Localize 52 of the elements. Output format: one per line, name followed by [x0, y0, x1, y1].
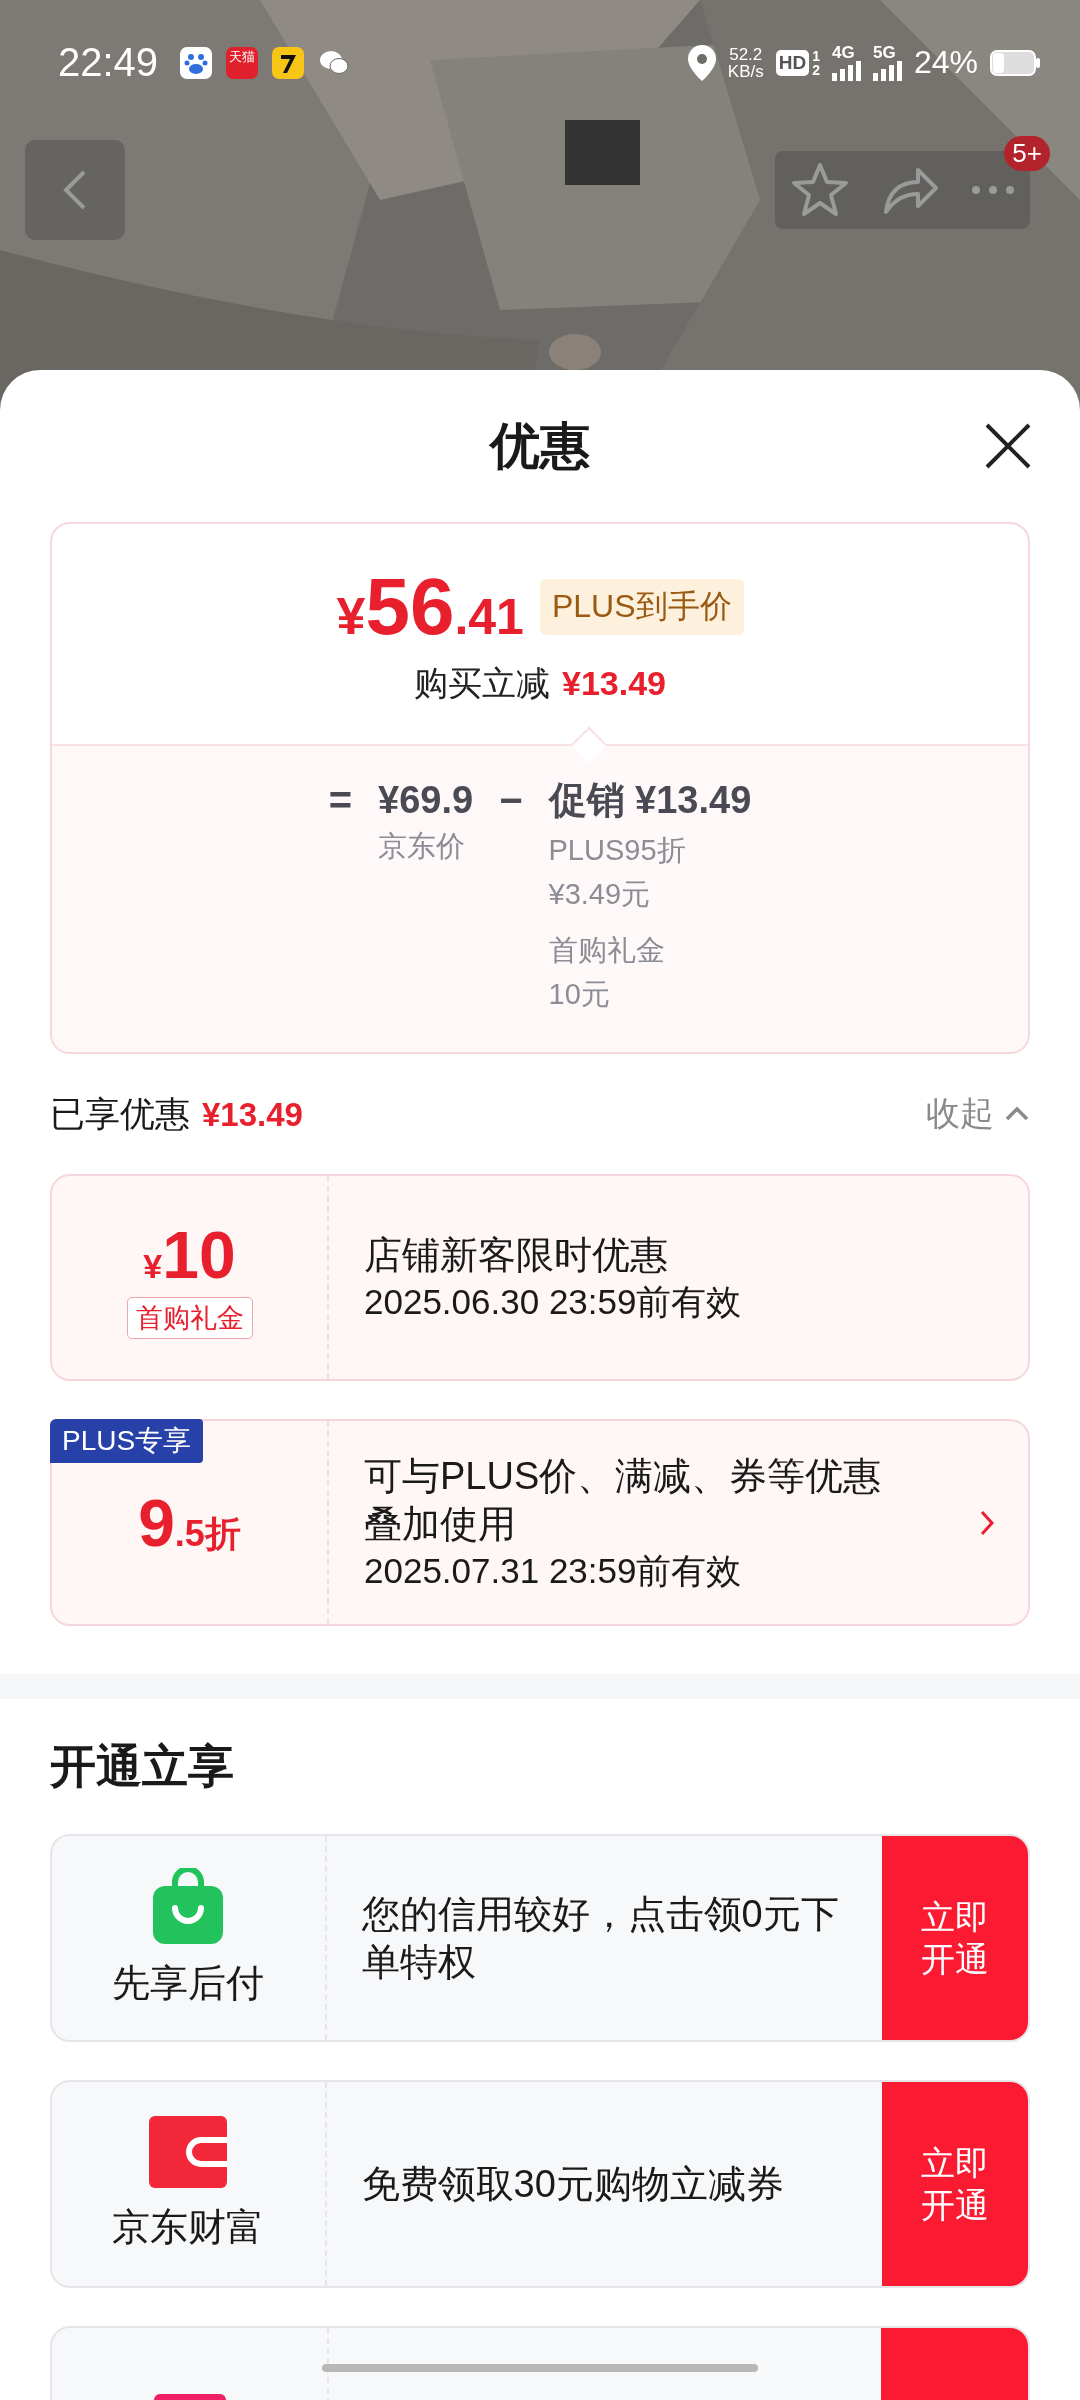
enjoyed-discount: 已享优惠 ¥13.49 — [50, 1092, 303, 1135]
promo-name: 首购礼金 — [548, 933, 666, 968]
network-type: 5G — [872, 44, 896, 61]
final-price: ¥56.41 — [336, 561, 524, 653]
coupon-validity: 2025.07.31 23:59前有效 — [364, 1549, 743, 1592]
network-speed: 52.2 KB/s — [727, 45, 764, 80]
activate-button[interactable]: 立即开通 — [881, 1836, 1028, 2040]
instant-discount: 购买立减 ¥13.49 — [414, 663, 666, 704]
offer-name: 京东财富 — [112, 2204, 265, 2250]
collapse-button[interactable]: 收起 — [926, 1091, 1030, 1137]
chevron-right-button[interactable] — [980, 1509, 994, 1536]
clock: 22:49 — [58, 40, 159, 85]
base-price: ¥69.9 — [378, 778, 474, 823]
offer-description: 您的信用较好，点击领0元下单特权 — [361, 1892, 840, 1985]
paw-icon — [180, 46, 213, 79]
sheet-title: 优惠 — [490, 416, 590, 476]
offer-name: 先享后付 — [112, 1960, 265, 2006]
chevron-left-icon — [62, 168, 88, 212]
app-icon — [272, 46, 305, 79]
offer-description: 免费领取30元购物立减券 — [361, 2162, 785, 2207]
coupon-title: 可与PLUS价、满减、券等优惠叠加使用 — [364, 1453, 883, 1547]
promo-name: PLUS95折 — [548, 833, 687, 868]
tmall-app-icon: 天猫 — [226, 46, 259, 79]
promo-total: 促销 ¥13.49 — [548, 778, 752, 823]
promo-amount: 10元 — [548, 977, 611, 1012]
section-title: 开通立享 — [50, 1738, 235, 1794]
location-icon — [687, 44, 716, 81]
shopping-bag-icon — [153, 1867, 224, 1944]
minus-sign: − — [499, 777, 523, 824]
plus-tag: PLUS专享 — [50, 1419, 204, 1463]
promo-amount: ¥3.49元 — [548, 877, 652, 912]
wallet-icon — [149, 2115, 228, 2188]
coupon-title: 店铺新客限时优惠 — [364, 1232, 669, 1278]
sim-indicator: 1 2 — [812, 48, 820, 77]
close-button[interactable] — [984, 422, 1032, 470]
equals-sign: = — [328, 777, 353, 824]
back-button[interactable] — [25, 140, 125, 240]
chevron-up-icon — [1004, 1106, 1030, 1122]
battery-icon — [990, 49, 1040, 76]
base-price-label: 京东价 — [378, 829, 467, 864]
signal-icon — [831, 60, 861, 81]
price-badge: PLUS到手价 — [539, 579, 744, 635]
signal-icon — [872, 60, 902, 81]
activate-button[interactable]: 立即开通 — [881, 2082, 1028, 2286]
more-button[interactable] — [970, 185, 1015, 195]
coupon-tag: 首购礼金 — [126, 1296, 253, 1339]
battery-percent: 24% — [913, 44, 978, 81]
coupon-value: ¥10 — [143, 1216, 236, 1293]
coupon-validity: 2025.06.30 23:59前有效 — [364, 1280, 743, 1323]
network-type: 4G — [831, 44, 855, 61]
coupon-value: 9.5折 — [138, 1484, 241, 1561]
star-button[interactable] — [790, 162, 849, 218]
